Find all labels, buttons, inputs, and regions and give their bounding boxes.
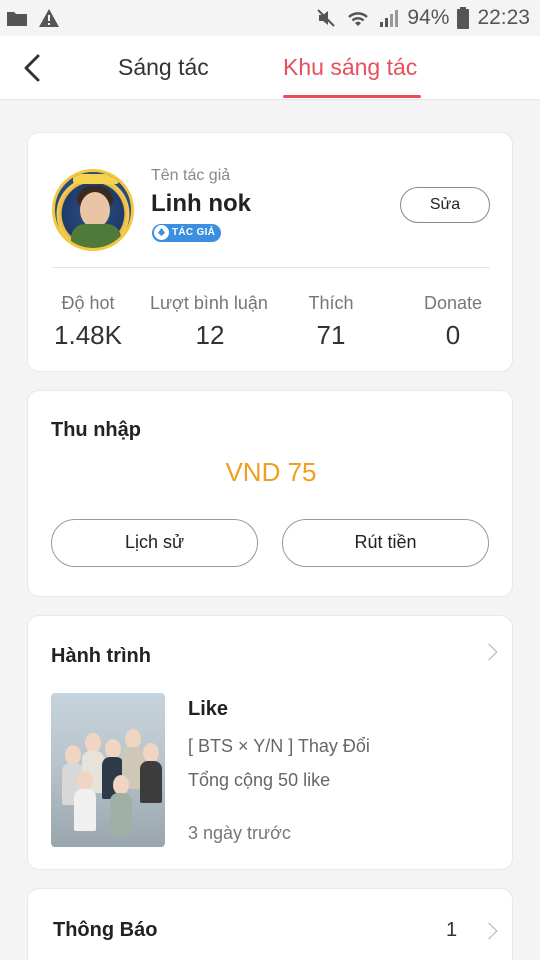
mute-icon [317, 9, 336, 27]
author-name: Linh nok [151, 190, 251, 217]
signal-icon [380, 10, 399, 27]
tab-sang-tac[interactable]: Sáng tác [118, 54, 209, 81]
author-name-label: Tên tác giả [151, 167, 231, 184]
top-nav: Sáng tác Khu sáng tác [0, 36, 540, 100]
stat-value: 1.48K [54, 320, 122, 350]
chevron-right-icon[interactable] [480, 643, 498, 661]
battery-icon [457, 7, 470, 29]
badge-icon [154, 225, 169, 240]
divider [52, 267, 490, 268]
entry-title: Like [188, 698, 229, 720]
battery-percent: 94% [407, 6, 450, 29]
entry-summary: Tổng cộng 50 like [188, 770, 331, 790]
notification-card[interactable]: Thông Báo 1 [27, 888, 513, 960]
story-cover-image[interactable] [51, 693, 165, 847]
edit-button[interactable]: Sửa [400, 187, 490, 223]
income-title: Thu nhập [51, 419, 141, 441]
tab-khu-sang-tac[interactable]: Khu sáng tác [283, 54, 417, 81]
journey-title: Hành trình [51, 645, 151, 667]
status-bar: 94% 22:23 [0, 0, 540, 36]
avatar[interactable] [52, 169, 134, 251]
stat-label: Lượt bình luận x [150, 293, 272, 313]
stat-hot: Độ hot 1.48K [28, 293, 148, 351]
wifi-icon [348, 12, 369, 26]
folder-icon [7, 12, 27, 26]
entry-timestamp: 3 ngày trước [188, 823, 291, 843]
notification-count: 1 [446, 919, 458, 941]
stat-label: Độ hot [61, 293, 115, 313]
clock: 22:23 [477, 6, 530, 29]
stat-label: Thích [308, 293, 354, 313]
chevron-right-icon[interactable] [480, 922, 498, 940]
notification-title: Thông Báo [53, 919, 158, 941]
history-button[interactable]: Lịch sử [51, 519, 258, 567]
stat-comments: Lượt bình luận x 12 [150, 293, 272, 351]
stat-donate: Donate 0 [393, 293, 513, 351]
warning-icon [39, 9, 59, 27]
stat-value: 12 [195, 320, 225, 350]
withdraw-button[interactable]: Rút tiền [282, 519, 489, 567]
author-badge: TÁC GIẢ [152, 224, 222, 242]
entry-story-name: [ BTS × Y/N ] Thay Đổi [188, 736, 370, 756]
income-card: Thu nhập VND 75 Lịch sử Rút tiền [27, 390, 513, 597]
author-profile-card: Tên tác giả Linh nok TÁC GIẢ Sửa Độ hot … [27, 132, 513, 372]
active-tab-indicator [283, 95, 421, 98]
journey-card[interactable]: Hành trình Like [ BTS × Y/N ] Thay Đổi T… [27, 615, 513, 870]
income-amount: VND 75 [225, 457, 317, 487]
back-arrow-icon[interactable] [18, 50, 52, 86]
stat-label: Donate [423, 293, 483, 313]
stat-value: 0 [445, 320, 461, 350]
stat-likes: Thích 71 [271, 293, 391, 351]
stat-value: 71 [316, 320, 346, 350]
